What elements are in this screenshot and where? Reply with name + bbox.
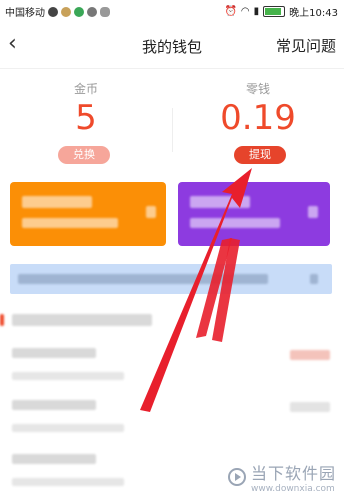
change-value: 0.19 bbox=[220, 98, 296, 138]
carrier-text: 中国移动 bbox=[5, 8, 45, 19]
list-item-subtitle bbox=[12, 424, 124, 432]
alarm-icon: ⏰ bbox=[224, 6, 237, 17]
section-title-blurred bbox=[12, 314, 152, 326]
list-item-title bbox=[12, 400, 96, 410]
app-icon bbox=[61, 6, 71, 17]
list-item-amount bbox=[290, 350, 330, 360]
signal-icon: ▮ bbox=[253, 6, 260, 17]
blurred-icon bbox=[308, 206, 318, 218]
watermark-site: www.downxia.com bbox=[250, 484, 335, 494]
section-marker bbox=[0, 314, 4, 326]
withdraw-button[interactable]: 提现 bbox=[234, 146, 286, 164]
exchange-button[interactable]: 兑换 bbox=[58, 146, 110, 164]
nav-bar: ‹ 我的钱包 常见问题 bbox=[0, 22, 344, 69]
notice-banner[interactable] bbox=[10, 264, 332, 294]
navigation-icon bbox=[48, 6, 58, 17]
blurred-text bbox=[18, 274, 268, 284]
change-label: 零钱 bbox=[245, 82, 270, 96]
app-icon bbox=[87, 6, 97, 17]
faq-link[interactable]: 常见问题 bbox=[276, 35, 336, 56]
watermark-brand: 当下软件园 bbox=[250, 464, 336, 483]
clock-time: 晚上10:43 bbox=[289, 8, 338, 19]
blurred-icon bbox=[310, 274, 318, 284]
promo-card-orange[interactable] bbox=[10, 182, 166, 246]
cloud-icon bbox=[100, 6, 110, 17]
list-item-title bbox=[12, 454, 96, 464]
status-bar: 中国移动 ⏰ ◠ ▮ 晚上10:43 bbox=[0, 0, 344, 22]
blurred-icon bbox=[146, 206, 156, 218]
list-item-subtitle bbox=[12, 478, 124, 486]
blurred-text bbox=[22, 218, 118, 228]
coins-value: 5 bbox=[75, 98, 97, 138]
status-left: 中国移动 bbox=[5, 4, 110, 19]
promo-card-purple[interactable] bbox=[178, 182, 330, 246]
status-right: ⏰ ◠ ▮ 晚上10:43 bbox=[224, 4, 338, 19]
app-icon bbox=[74, 6, 84, 17]
wifi-icon: ◠ bbox=[240, 6, 250, 17]
battery-icon bbox=[263, 6, 286, 17]
blurred-text bbox=[22, 196, 92, 208]
list-item-title bbox=[12, 348, 96, 358]
watermark-logo-icon bbox=[227, 468, 246, 486]
watermark: 当下软件园 www.downxia.com bbox=[227, 460, 336, 494]
list-item-amount bbox=[290, 402, 330, 412]
list-item-subtitle bbox=[12, 372, 124, 380]
coins-label: 金币 bbox=[73, 82, 98, 96]
blurred-text bbox=[190, 218, 280, 228]
wallet-summary: 金币 5 兑换 零钱 0.19 提现 bbox=[0, 68, 344, 180]
blurred-text bbox=[190, 196, 250, 208]
